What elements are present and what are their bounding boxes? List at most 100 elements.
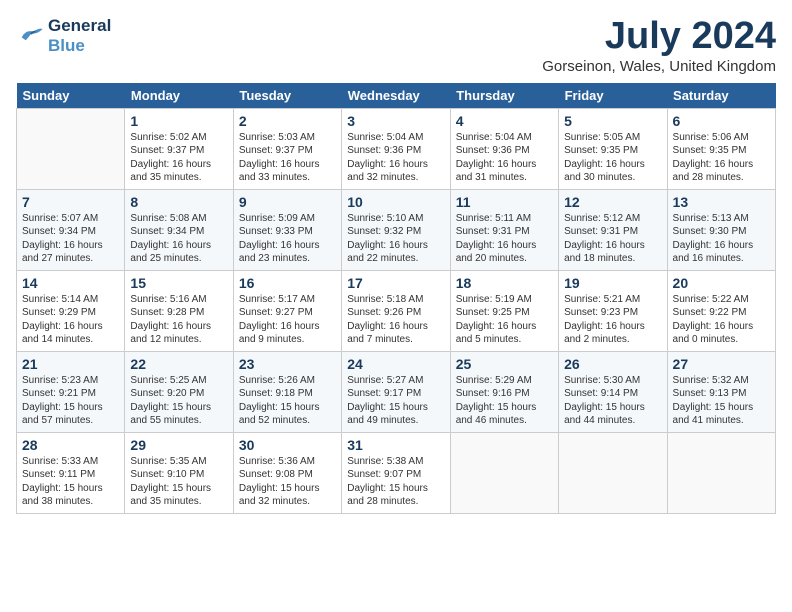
day-info: Sunrise: 5:19 AM Sunset: 9:25 PM Dayligh… bbox=[456, 293, 553, 347]
day-number: 14 bbox=[22, 275, 119, 291]
calendar-cell: 11 Sunrise: 5:11 AM Sunset: 9:31 PM Dayli… bbox=[450, 189, 558, 270]
day-number: 21 bbox=[22, 356, 119, 372]
day-info: Sunrise: 5:17 AM Sunset: 9:27 PM Dayligh… bbox=[239, 293, 336, 347]
column-header-saturday: Saturday bbox=[667, 83, 775, 109]
day-number: 5 bbox=[564, 113, 661, 129]
calendar-cell: 28 Sunrise: 5:33 AM Sunset: 9:11 PM Dayli… bbox=[17, 432, 125, 513]
day-number: 13 bbox=[673, 194, 770, 210]
calendar-cell: 4Sunrise: 5:04 AM Sunset: 9:36 PM Daylig… bbox=[450, 108, 558, 189]
calendar-cell: 24 Sunrise: 5:27 AM Sunset: 9:17 PM Dayli… bbox=[342, 351, 450, 432]
calendar-cell: 9 Sunrise: 5:09 AM Sunset: 9:33 PM Daylig… bbox=[233, 189, 341, 270]
column-header-friday: Friday bbox=[559, 83, 667, 109]
day-info: Sunrise: 5:07 AM Sunset: 9:34 PM Dayligh… bbox=[22, 212, 119, 266]
day-info: Sunrise: 5:36 AM Sunset: 9:08 PM Dayligh… bbox=[239, 455, 336, 509]
logo-text: General Blue bbox=[48, 16, 111, 56]
day-info: Sunrise: 5:03 AM Sunset: 9:37 PM Dayligh… bbox=[239, 131, 336, 185]
calendar-week-3: 14 Sunrise: 5:14 AM Sunset: 9:29 PM Dayli… bbox=[17, 270, 776, 351]
day-info: Sunrise: 5:27 AM Sunset: 9:17 PM Dayligh… bbox=[347, 374, 444, 428]
day-info: Sunrise: 5:08 AM Sunset: 9:34 PM Dayligh… bbox=[130, 212, 227, 266]
calendar-cell: 5 Sunrise: 5:05 AM Sunset: 9:35 PM Daylig… bbox=[559, 108, 667, 189]
day-number: 9 bbox=[239, 194, 336, 210]
calendar-cell: 1Sunrise: 5:02 AM Sunset: 9:37 PM Daylig… bbox=[125, 108, 233, 189]
day-number: 22 bbox=[130, 356, 227, 372]
day-number: 28 bbox=[22, 437, 119, 453]
calendar-week-5: 28 Sunrise: 5:33 AM Sunset: 9:11 PM Dayli… bbox=[17, 432, 776, 513]
calendar-cell: 26 Sunrise: 5:30 AM Sunset: 9:14 PM Dayli… bbox=[559, 351, 667, 432]
logo: General Blue bbox=[16, 16, 111, 56]
day-number: 27 bbox=[673, 356, 770, 372]
day-info: Sunrise: 5:10 AM Sunset: 9:32 PM Dayligh… bbox=[347, 212, 444, 266]
day-number: 29 bbox=[130, 437, 227, 453]
calendar-cell bbox=[450, 432, 558, 513]
day-number: 11 bbox=[456, 194, 553, 210]
day-number: 15 bbox=[130, 275, 227, 291]
calendar-cell: 7 Sunrise: 5:07 AM Sunset: 9:34 PM Daylig… bbox=[17, 189, 125, 270]
day-number: 25 bbox=[456, 356, 553, 372]
calendar-week-2: 7 Sunrise: 5:07 AM Sunset: 9:34 PM Daylig… bbox=[17, 189, 776, 270]
day-info: Sunrise: 5:35 AM Sunset: 9:10 PM Dayligh… bbox=[130, 455, 227, 509]
calendar-cell: 17Sunrise: 5:18 AM Sunset: 9:26 PM Dayli… bbox=[342, 270, 450, 351]
title-block: July 2024 Gorseinon, Wales, United Kingd… bbox=[542, 16, 776, 75]
calendar-cell: 19Sunrise: 5:21 AM Sunset: 9:23 PM Dayli… bbox=[559, 270, 667, 351]
day-number: 12 bbox=[564, 194, 661, 210]
calendar-cell bbox=[559, 432, 667, 513]
column-header-tuesday: Tuesday bbox=[233, 83, 341, 109]
day-number: 20 bbox=[673, 275, 770, 291]
calendar-cell: 2 Sunrise: 5:03 AM Sunset: 9:37 PM Daylig… bbox=[233, 108, 341, 189]
day-info: Sunrise: 5:30 AM Sunset: 9:14 PM Dayligh… bbox=[564, 374, 661, 428]
day-info: Sunrise: 5:05 AM Sunset: 9:35 PM Dayligh… bbox=[564, 131, 661, 185]
day-info: Sunrise: 5:32 AM Sunset: 9:13 PM Dayligh… bbox=[673, 374, 770, 428]
calendar-cell: 8 Sunrise: 5:08 AM Sunset: 9:34 PM Daylig… bbox=[125, 189, 233, 270]
location: Gorseinon, Wales, United Kingdom bbox=[542, 58, 776, 75]
month-title: July 2024 bbox=[542, 16, 776, 58]
day-number: 18 bbox=[456, 275, 553, 291]
calendar-cell: 22 Sunrise: 5:25 AM Sunset: 9:20 PM Dayli… bbox=[125, 351, 233, 432]
day-info: Sunrise: 5:33 AM Sunset: 9:11 PM Dayligh… bbox=[22, 455, 119, 509]
day-number: 26 bbox=[564, 356, 661, 372]
day-info: Sunrise: 5:29 AM Sunset: 9:16 PM Dayligh… bbox=[456, 374, 553, 428]
calendar-cell: 14 Sunrise: 5:14 AM Sunset: 9:29 PM Dayli… bbox=[17, 270, 125, 351]
calendar-cell: 21Sunrise: 5:23 AM Sunset: 9:21 PM Dayli… bbox=[17, 351, 125, 432]
day-info: Sunrise: 5:02 AM Sunset: 9:37 PM Dayligh… bbox=[130, 131, 227, 185]
day-info: Sunrise: 5:25 AM Sunset: 9:20 PM Dayligh… bbox=[130, 374, 227, 428]
calendar-cell bbox=[17, 108, 125, 189]
calendar-cell: 15Sunrise: 5:16 AM Sunset: 9:28 PM Dayli… bbox=[125, 270, 233, 351]
page-header: General Blue July 2024 Gorseinon, Wales,… bbox=[16, 16, 776, 75]
day-number: 30 bbox=[239, 437, 336, 453]
calendar-cell: 6 Sunrise: 5:06 AM Sunset: 9:35 PM Daylig… bbox=[667, 108, 775, 189]
column-header-sunday: Sunday bbox=[17, 83, 125, 109]
day-info: Sunrise: 5:38 AM Sunset: 9:07 PM Dayligh… bbox=[347, 455, 444, 509]
calendar-week-1: 1Sunrise: 5:02 AM Sunset: 9:37 PM Daylig… bbox=[17, 108, 776, 189]
day-number: 2 bbox=[239, 113, 336, 129]
calendar-cell: 10 Sunrise: 5:10 AM Sunset: 9:32 PM Dayli… bbox=[342, 189, 450, 270]
day-info: Sunrise: 5:06 AM Sunset: 9:35 PM Dayligh… bbox=[673, 131, 770, 185]
calendar-cell: 30 Sunrise: 5:36 AM Sunset: 9:08 PM Dayli… bbox=[233, 432, 341, 513]
day-info: Sunrise: 5:14 AM Sunset: 9:29 PM Dayligh… bbox=[22, 293, 119, 347]
day-info: Sunrise: 5:13 AM Sunset: 9:30 PM Dayligh… bbox=[673, 212, 770, 266]
calendar-cell: 27 Sunrise: 5:32 AM Sunset: 9:13 PM Dayli… bbox=[667, 351, 775, 432]
logo-icon bbox=[16, 22, 44, 50]
day-number: 24 bbox=[347, 356, 444, 372]
day-info: Sunrise: 5:22 AM Sunset: 9:22 PM Dayligh… bbox=[673, 293, 770, 347]
day-number: 3 bbox=[347, 113, 444, 129]
header-row: SundayMondayTuesdayWednesdayThursdayFrid… bbox=[17, 83, 776, 109]
calendar-cell: 23Sunrise: 5:26 AM Sunset: 9:18 PM Dayli… bbox=[233, 351, 341, 432]
day-number: 7 bbox=[22, 194, 119, 210]
calendar-cell: 25 Sunrise: 5:29 AM Sunset: 9:16 PM Dayli… bbox=[450, 351, 558, 432]
calendar-table: SundayMondayTuesdayWednesdayThursdayFrid… bbox=[16, 83, 776, 514]
day-number: 16 bbox=[239, 275, 336, 291]
column-header-monday: Monday bbox=[125, 83, 233, 109]
day-info: Sunrise: 5:11 AM Sunset: 9:31 PM Dayligh… bbox=[456, 212, 553, 266]
day-info: Sunrise: 5:12 AM Sunset: 9:31 PM Dayligh… bbox=[564, 212, 661, 266]
calendar-cell: 16 Sunrise: 5:17 AM Sunset: 9:27 PM Dayli… bbox=[233, 270, 341, 351]
calendar-cell: 18 Sunrise: 5:19 AM Sunset: 9:25 PM Dayli… bbox=[450, 270, 558, 351]
day-number: 17 bbox=[347, 275, 444, 291]
column-header-wednesday: Wednesday bbox=[342, 83, 450, 109]
day-number: 8 bbox=[130, 194, 227, 210]
day-number: 19 bbox=[564, 275, 661, 291]
day-info: Sunrise: 5:09 AM Sunset: 9:33 PM Dayligh… bbox=[239, 212, 336, 266]
day-number: 6 bbox=[673, 113, 770, 129]
day-info: Sunrise: 5:04 AM Sunset: 9:36 PM Dayligh… bbox=[347, 131, 444, 185]
day-number: 10 bbox=[347, 194, 444, 210]
calendar-cell bbox=[667, 432, 775, 513]
